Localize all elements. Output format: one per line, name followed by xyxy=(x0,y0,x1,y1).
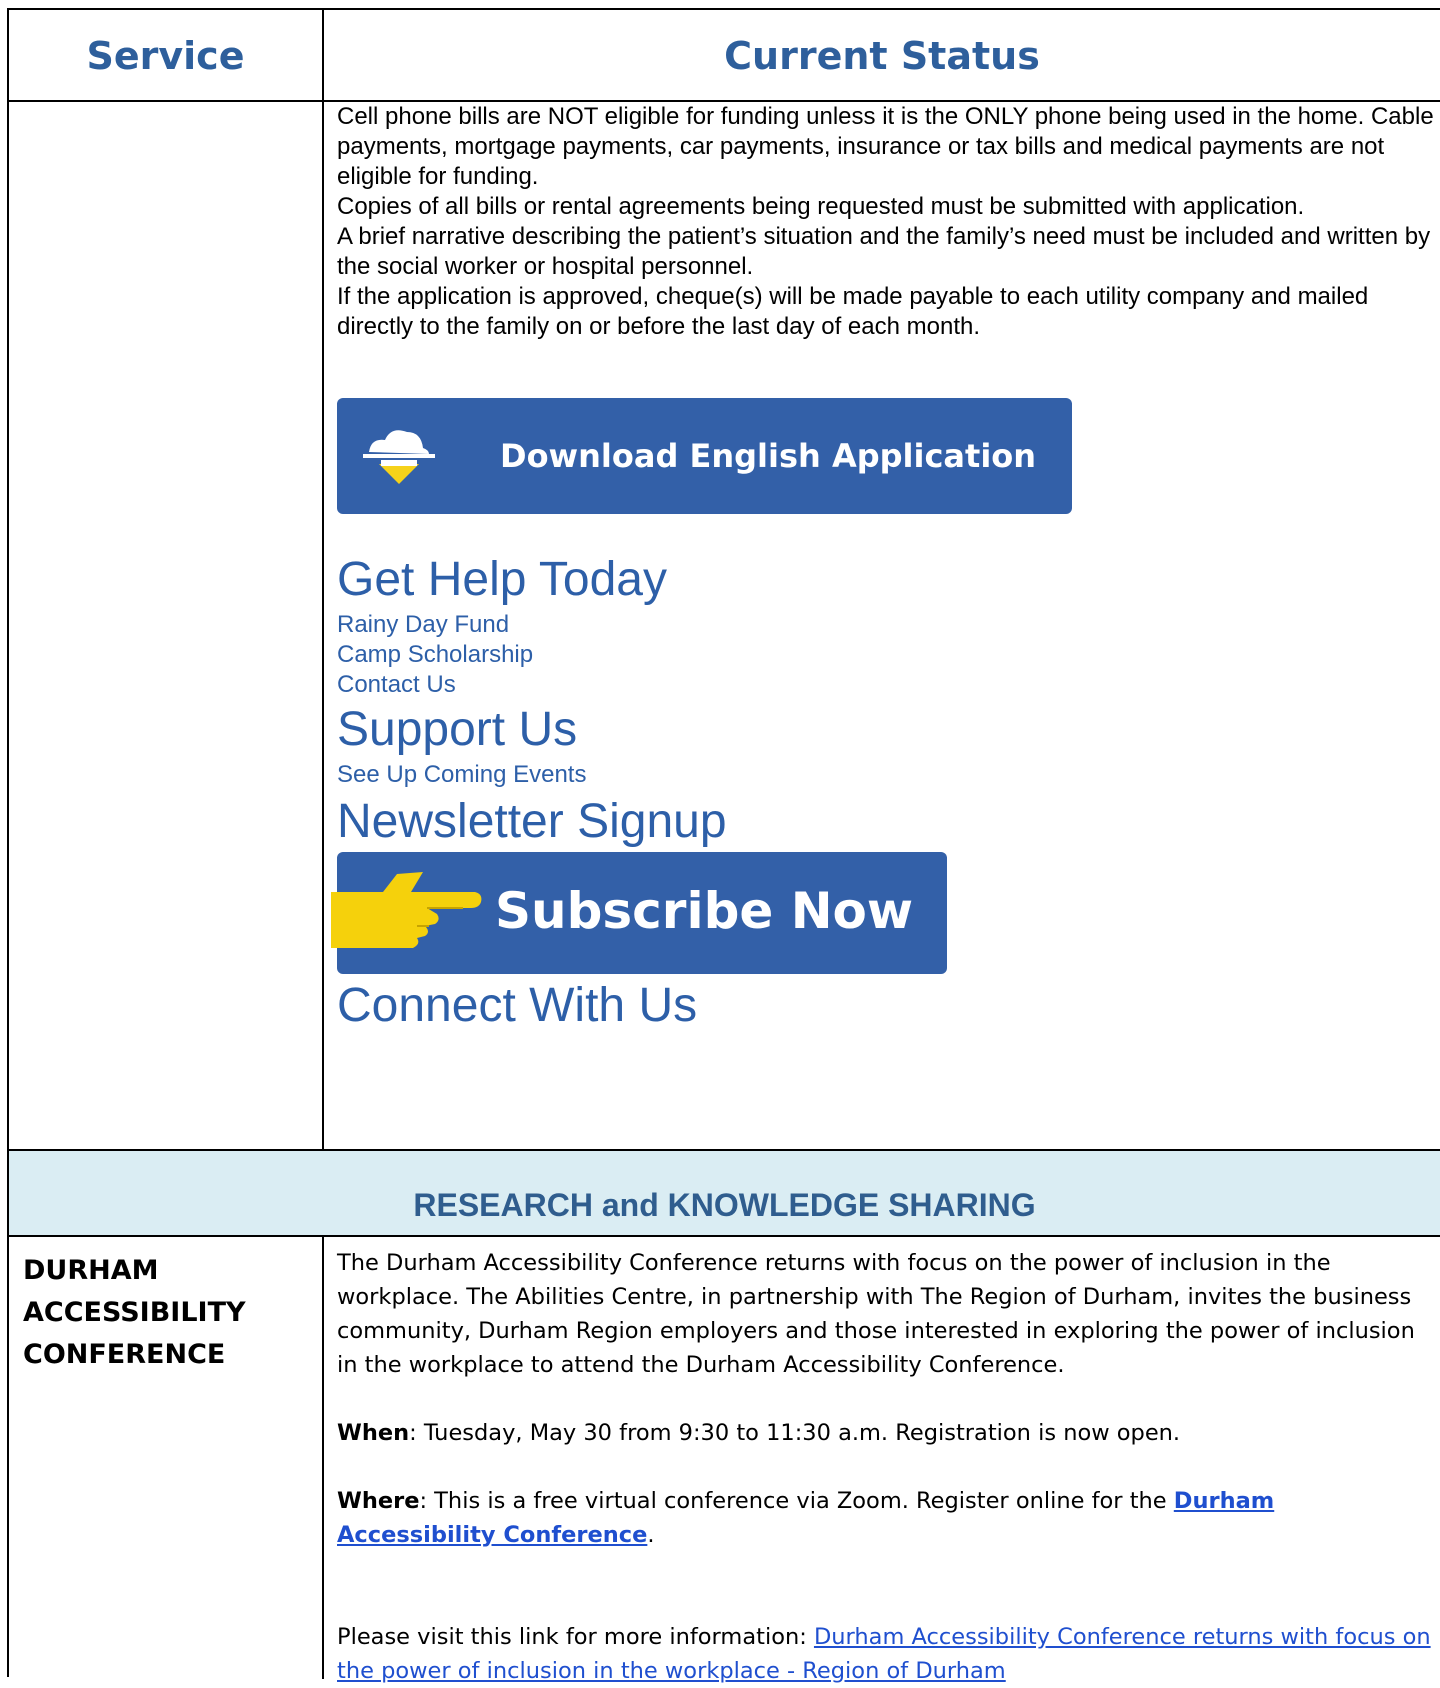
utility-status-cell: Cell phone bills are NOT eligible for fu… xyxy=(337,102,1437,342)
get-help-heading: Get Help Today xyxy=(337,553,667,606)
paragraph-copies: Copies of all bills or rental agreements… xyxy=(337,193,1305,220)
get-help-links: Rainy Day Fund Camp Scholarship Contact … xyxy=(337,610,533,700)
camp-scholarship-link[interactable]: Camp Scholarship xyxy=(337,640,533,670)
subscribe-now-button[interactable]: Subscribe Now xyxy=(331,852,947,974)
services-table: Service Current Status Cell phone bills … xyxy=(7,8,1440,1684)
contact-us-link[interactable]: Contact Us xyxy=(337,670,533,700)
conference-when: When: Tuesday, May 30 from 9:30 to 11:30… xyxy=(337,1416,1432,1450)
row-divider xyxy=(9,1235,1440,1237)
conference-status-cell: The Durham Accessibility Conference retu… xyxy=(337,1246,1432,1688)
where-label: Where xyxy=(337,1488,420,1514)
service-column-header: Service xyxy=(86,34,245,78)
paragraph-eligibility: Cell phone bills are NOT eligible for fu… xyxy=(337,103,1434,190)
section-title: RESEARCH and KNOWLEDGE SHARING xyxy=(413,1187,1036,1223)
download-button-label: Download English Application xyxy=(500,437,1037,475)
conference-intro: The Durham Accessibility Conference retu… xyxy=(337,1250,1415,1378)
connect-with-us-heading: Connect With Us xyxy=(337,979,698,1032)
conference-where: Where: This is a free virtual conference… xyxy=(337,1484,1432,1552)
paragraph-narrative: A brief narrative describing the patient… xyxy=(337,223,1431,280)
support-us-heading: Support Us xyxy=(337,703,578,756)
when-text: : Tuesday, May 30 from 9:30 to 11:30 a.m… xyxy=(409,1420,1181,1446)
subscribe-button-label: Subscribe Now xyxy=(495,882,914,940)
status-column-header: Current Status xyxy=(724,34,1040,78)
where-end: . xyxy=(647,1522,655,1548)
upcoming-events-link[interactable]: See Up Coming Events xyxy=(337,760,586,790)
more-info-text: Please visit this link for more informat… xyxy=(337,1624,814,1650)
pointing-hand-icon xyxy=(331,872,482,948)
when-label: When xyxy=(337,1420,410,1446)
download-english-application-button[interactable]: Download English Application xyxy=(337,398,1072,514)
newsletter-signup-heading: Newsletter Signup xyxy=(337,795,727,848)
column-divider xyxy=(322,10,324,1150)
conference-service-name: DURHAM ACCESSIBILITY CONFERENCE xyxy=(23,1255,246,1370)
paragraph-cheques: If the application is approved, cheque(s… xyxy=(337,283,1369,340)
rainy-day-fund-link[interactable]: Rainy Day Fund xyxy=(337,610,533,640)
conference-more-info: Please visit this link for more informat… xyxy=(337,1620,1432,1688)
cloud-download-icon xyxy=(363,430,435,484)
section-band: RESEARCH and KNOWLEDGE SHARING xyxy=(9,1151,1440,1235)
column-divider xyxy=(322,1237,324,1679)
where-text: : This is a free virtual conference via … xyxy=(419,1488,1174,1514)
